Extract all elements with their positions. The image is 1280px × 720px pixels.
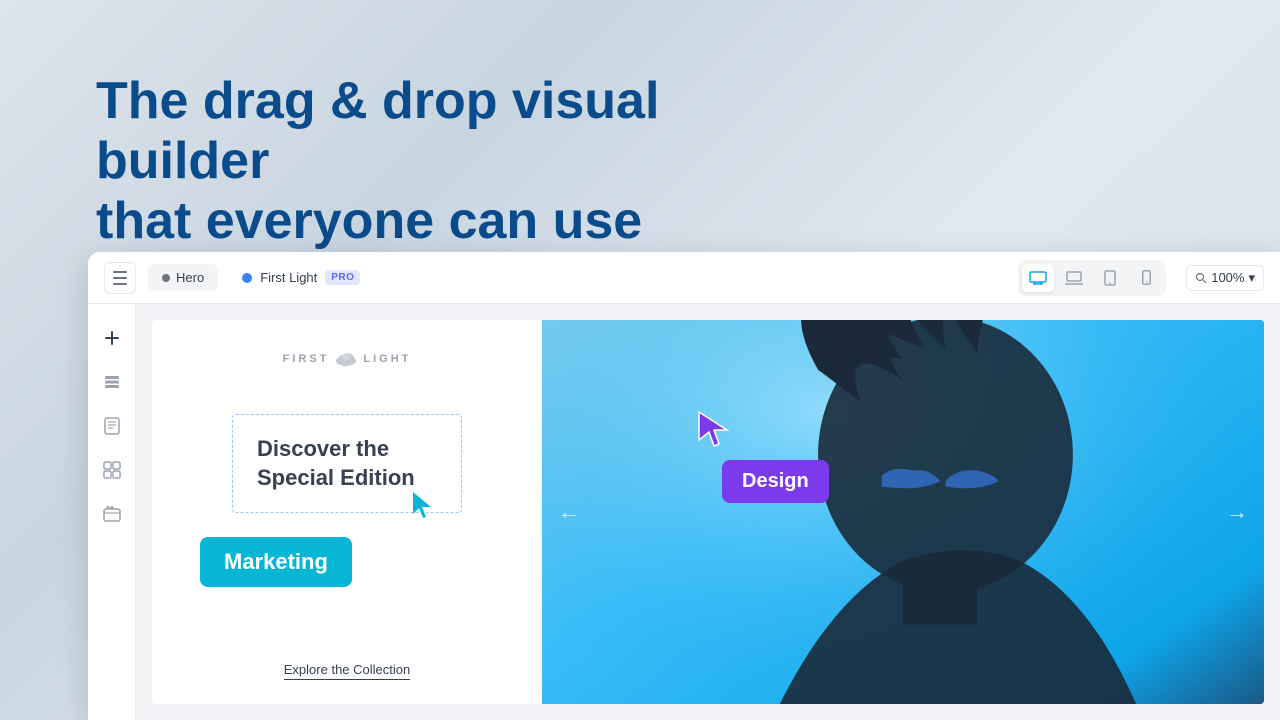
- marketing-badge: Marketing: [200, 537, 352, 587]
- zoom-level-label: 100%: [1211, 270, 1244, 285]
- viewport-controls: [1018, 260, 1166, 296]
- desktop-icon: [1029, 271, 1047, 285]
- components-icon: [103, 461, 121, 479]
- canvas-inner: FIRST LIGHT Discover the Special Edition: [152, 320, 1264, 704]
- page-icon: [104, 417, 120, 435]
- tab-hero-dot: [162, 274, 170, 282]
- pro-badge: PRO: [325, 270, 360, 285]
- layers-icon: [103, 373, 121, 391]
- hero-title-line1: The drag & drop visual builder: [96, 72, 659, 190]
- brand-name-light: LIGHT: [363, 353, 411, 365]
- hamburger-line: [113, 283, 127, 285]
- hero-title: The drag & drop visual builder that ever…: [96, 72, 796, 251]
- hero-section: The drag & drop visual builder that ever…: [96, 72, 796, 251]
- left-sidebar: [88, 304, 136, 720]
- sidebar-assets-button[interactable]: [94, 496, 130, 532]
- person-silhouette: [542, 320, 1264, 704]
- project-name-label: First Light: [260, 270, 317, 285]
- hamburger-line: [113, 271, 127, 273]
- mobile-icon: [1142, 270, 1151, 285]
- zoom-control[interactable]: 100% ▾: [1186, 265, 1264, 291]
- viewport-laptop-button[interactable]: [1058, 264, 1090, 292]
- nav-arrow-right[interactable]: →: [1226, 499, 1248, 525]
- viewport-mobile-button[interactable]: [1130, 264, 1162, 292]
- brand-name: FIRST: [283, 353, 330, 365]
- brand-logo: FIRST LIGHT: [283, 352, 412, 366]
- cursor-arrow-right-wrapper: [697, 410, 733, 453]
- cursor-arrow-headline: [409, 490, 437, 520]
- sidebar-layers-button[interactable]: [94, 364, 130, 400]
- main-area: FIRST LIGHT Discover the Special Edition: [88, 304, 1280, 720]
- zoom-icon: [1195, 272, 1207, 284]
- viewport-tablet-button[interactable]: [1094, 264, 1126, 292]
- hamburger-menu[interactable]: [104, 262, 136, 294]
- headline-box: Discover the Special Edition: [232, 414, 462, 513]
- canvas-right-panel: Design ← →: [542, 320, 1264, 704]
- headline-text: Discover the Special Edition: [257, 436, 415, 490]
- sidebar-add-button[interactable]: [94, 320, 130, 356]
- project-tab[interactable]: First Light PRO: [230, 264, 372, 291]
- hamburger-line: [113, 277, 127, 279]
- toolbar: Hero First Light PRO: [88, 252, 1280, 304]
- cursor-arrow-right-icon: [697, 410, 733, 448]
- canvas-area: FIRST LIGHT Discover the Special Edition: [136, 304, 1280, 720]
- tablet-icon: [1104, 270, 1116, 286]
- brand-logo-icon: [335, 352, 357, 366]
- canvas-left-panel: FIRST LIGHT Discover the Special Edition: [152, 320, 542, 704]
- explore-link[interactable]: Explore the Collection: [284, 662, 410, 680]
- builder-ui: Hero First Light PRO: [88, 252, 1280, 720]
- tab-hero[interactable]: Hero: [148, 264, 218, 291]
- add-icon: [103, 329, 121, 347]
- assets-icon: [103, 505, 121, 523]
- sidebar-components-button[interactable]: [94, 452, 130, 488]
- sidebar-pages-button[interactable]: [94, 408, 130, 444]
- viewport-desktop-button[interactable]: [1022, 264, 1054, 292]
- nav-arrow-left[interactable]: ←: [558, 499, 580, 525]
- tab-hero-label: Hero: [176, 270, 204, 285]
- design-badge: Design: [722, 460, 829, 503]
- hero-title-line2: that everyone can use: [96, 192, 642, 250]
- marketing-badge-wrapper: Marketing: [192, 537, 352, 619]
- project-dot: [242, 273, 252, 283]
- zoom-caret-icon: ▾: [1248, 270, 1255, 286]
- laptop-icon: [1065, 271, 1083, 285]
